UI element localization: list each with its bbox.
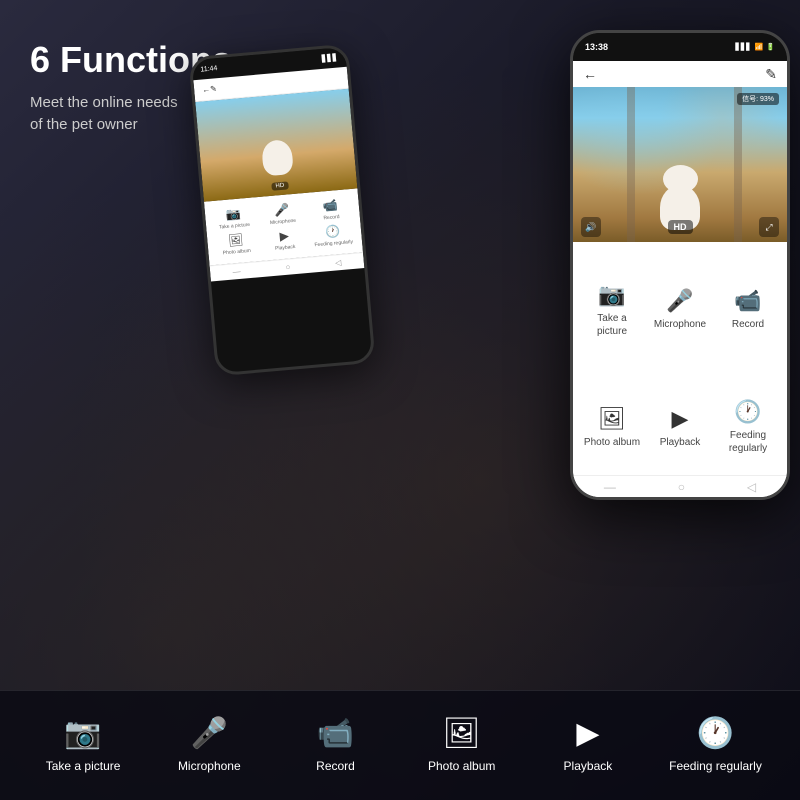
page-content: 6 Functions Meet the online needs of the… — [0, 0, 800, 800]
large-buttons-grid: 📷 Take a picture 🎤 Microphone 📹 Record — [573, 242, 787, 497]
album-icon-small: 🖼 — [228, 233, 244, 248]
large-btn-playback[interactable]: ▶ Playback — [646, 370, 714, 488]
bottom-album[interactable]: 🖼 Photo album — [417, 716, 507, 775]
large-btn-album[interactable]: 🖼 Photo album — [578, 370, 646, 488]
camera-icon-large: 📷 — [598, 284, 625, 306]
large-btn-mic[interactable]: 🎤 Microphone — [646, 252, 714, 370]
mic-label-large: Microphone — [654, 318, 706, 331]
volume-button[interactable]: 🔊 — [581, 217, 601, 237]
nav-menu[interactable]: — — [604, 480, 616, 494]
album-label-large: Photo album — [584, 436, 640, 449]
bottom-playback-icon: ▶ — [576, 716, 599, 751]
playback-label-large: Playback — [660, 436, 701, 449]
bottom-feeding-icon: 🕐 — [697, 716, 734, 751]
bottom-camera-icon: 📷 — [64, 716, 101, 751]
phone-small: 11:44 ▋▋▋ ← ✎ HD 📷 Take a picture — [188, 44, 375, 377]
battery-icon: 🔋 — [766, 43, 775, 51]
status-time: 13:38 — [585, 42, 608, 52]
mic-icon-small: 🎤 — [274, 202, 290, 217]
large-btn-record[interactable]: 📹 Record — [714, 252, 782, 370]
bottom-mic[interactable]: 🎤 Microphone — [164, 716, 254, 775]
nav-back[interactable]: ◁ — [747, 480, 756, 494]
small-btn-feeding[interactable]: 🕐 Feeding regularly — [310, 223, 356, 249]
record-label-large: Record — [732, 318, 764, 331]
large-btn-feeding[interactable]: 🕐 Feeding regularly — [714, 370, 782, 488]
small-btn-record[interactable]: 📹 Record — [308, 197, 354, 223]
mic-icon-large: 🎤 — [666, 290, 693, 312]
bottom-playback-label: Playback — [564, 759, 613, 775]
bottom-record-label: Record — [316, 759, 355, 775]
feeding-label-large: Feeding regularly — [719, 429, 777, 455]
playback-icon-large: ▶ — [672, 408, 689, 430]
bottom-camera-label: Take a picture — [46, 759, 121, 775]
bottom-bar: 📷 Take a picture 🎤 Microphone 📹 Record 🖼… — [0, 690, 800, 800]
playback-icon-small: ▶ — [279, 229, 289, 244]
feeding-icon-small: 🕐 — [325, 224, 341, 239]
hd-badge: HD — [668, 220, 693, 234]
nav-home[interactable]: ○ — [678, 480, 685, 494]
bottom-feeding-label: Feeding regularly — [669, 759, 762, 775]
small-hd-badge: HD — [271, 181, 288, 190]
record-icon-small: 📹 — [322, 198, 338, 213]
large-btn-camera[interactable]: 📷 Take a picture — [578, 252, 646, 370]
phone-large: 13:38 ▋▋▋ 📶 🔋 ← ✎ — [570, 30, 790, 500]
wifi-icon: 📶 — [755, 43, 764, 51]
status-icons: ▋▋▋ 📶 🔋 — [735, 43, 775, 51]
cat-small — [261, 139, 294, 176]
small-btn-album[interactable]: 🖼 Photo album — [213, 231, 259, 257]
video-signal-badge: 信号: 93% — [737, 93, 779, 105]
back-button[interactable]: ← — [583, 66, 597, 82]
record-icon-large: 📹 — [734, 290, 761, 312]
video-controls: 🔊 HD ⤢ — [573, 217, 787, 237]
fullscreen-button[interactable]: ⤢ — [759, 217, 779, 237]
bottom-record[interactable]: 📹 Record — [291, 716, 381, 775]
cat-figure — [655, 157, 705, 217]
edit-button[interactable]: ✎ — [765, 66, 777, 83]
bottom-camera[interactable]: 📷 Take a picture — [38, 716, 128, 775]
small-btn-mic[interactable]: 🎤 Microphone — [259, 201, 305, 227]
bottom-feeding[interactable]: 🕐 Feeding regularly — [669, 716, 762, 775]
large-navbar: — ○ ◁ — [573, 475, 787, 497]
small-btn-camera[interactable]: 📷 Take a picture — [211, 205, 257, 231]
album-icon-large: 🖼 — [598, 408, 626, 430]
bottom-record-icon: 📹 — [317, 716, 354, 751]
small-video: HD — [195, 89, 357, 202]
bottom-album-label: Photo album — [428, 759, 495, 775]
bottom-mic-icon: 🎤 — [191, 716, 228, 751]
small-btn-playback[interactable]: ▶ Playback — [261, 227, 307, 253]
signal-icon: ▋▋▋ — [735, 43, 751, 51]
large-topbar: ← ✎ — [573, 61, 787, 87]
top-section: 6 Functions Meet the online needs of the… — [0, 0, 800, 690]
feeding-icon-large: 🕐 — [734, 401, 761, 423]
large-video-area: 信号: 93% 🔊 HD ⤢ — [573, 87, 787, 242]
bottom-playback[interactable]: ▶ Playback — [543, 716, 633, 775]
camera-label-large: Take a picture — [583, 312, 641, 338]
bottom-album-icon: 🖼 — [443, 716, 481, 751]
large-notch: 13:38 ▋▋▋ 📶 🔋 — [573, 33, 787, 61]
bottom-mic-label: Microphone — [178, 759, 241, 775]
camera-icon-small: 📷 — [225, 207, 241, 222]
